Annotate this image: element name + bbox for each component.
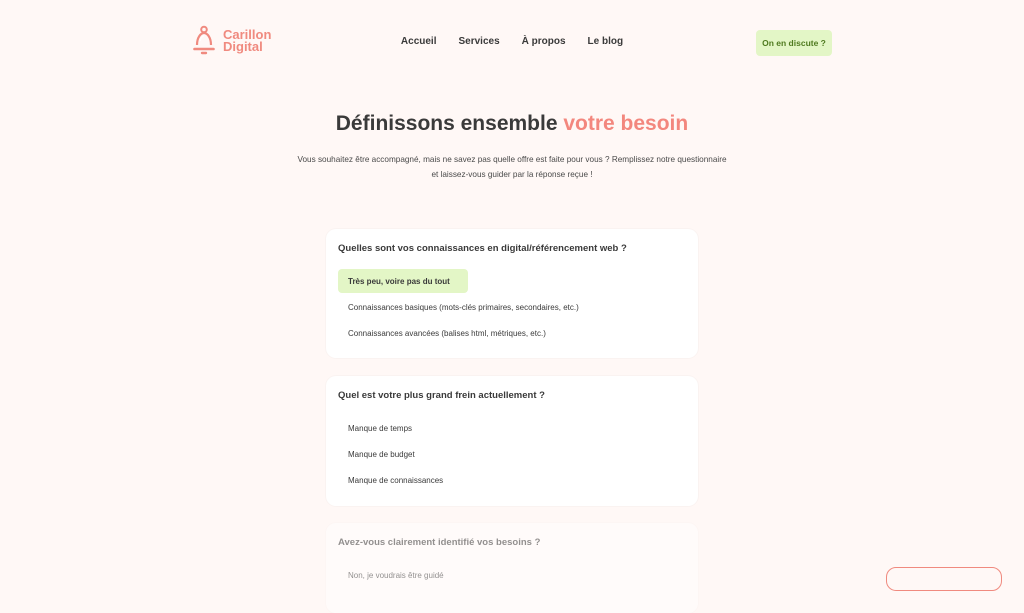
answer-option[interactable]: Manque de temps [338,416,686,440]
page-subtitle-line2: et laissez-vous guider par la réponse re… [431,170,593,179]
question-title: Avez-vous clairement identifié vos besoi… [338,537,541,548]
answer-options: Manque de temps Manque de budget Manque … [338,416,686,494]
answer-options: Très peu, voire pas du tout Connaissance… [338,269,686,347]
answer-option[interactable]: Manque de connaissances [338,468,686,492]
page-title-accent: votre besoin [563,112,689,135]
question-title: Quelles sont vos connaissances en digita… [338,243,627,254]
page-subtitle: Vous souhaitez être accompagné, mais ne … [262,152,762,182]
answer-option[interactable]: Non, je voudrais être guidé [338,563,686,587]
nav-item-le-blog[interactable]: Le blog [588,36,624,47]
site-header: Carillon Digital Accueil Services À prop… [0,0,1024,86]
question-card-needs: Avez-vous clairement identifié vos besoi… [326,523,698,613]
page-title-main: Définissons ensemble [335,112,564,135]
page-title: Définissons ensemble votre besoin [0,112,1024,136]
nav-item-accueil[interactable]: Accueil [401,36,437,47]
nav-item-services[interactable]: Services [458,36,499,47]
contact-cta-button[interactable]: On en discute ? [756,30,832,56]
answer-option[interactable]: Connaissances avancées (balises html, mé… [338,321,686,345]
page-subtitle-line1: Vous souhaitez être accompagné, mais ne … [297,155,727,164]
answer-option-selected[interactable]: Très peu, voire pas du tout [338,269,468,293]
floating-widget-button[interactable] [886,567,1002,591]
nav-item-a-propos[interactable]: À propos [522,36,566,47]
main-navigation: Accueil Services À propos Le blog [0,36,1024,47]
question-card-knowledge: Quelles sont vos connaissances en digita… [326,229,698,358]
answer-options: Non, je voudrais être guidé [338,563,686,589]
question-title: Quel est votre plus grand frein actuelle… [338,390,545,401]
question-card-obstacle: Quel est votre plus grand frein actuelle… [326,376,698,506]
answer-option[interactable]: Manque de budget [338,442,686,466]
answer-option[interactable]: Connaissances basiques (mots-clés primai… [338,295,686,319]
